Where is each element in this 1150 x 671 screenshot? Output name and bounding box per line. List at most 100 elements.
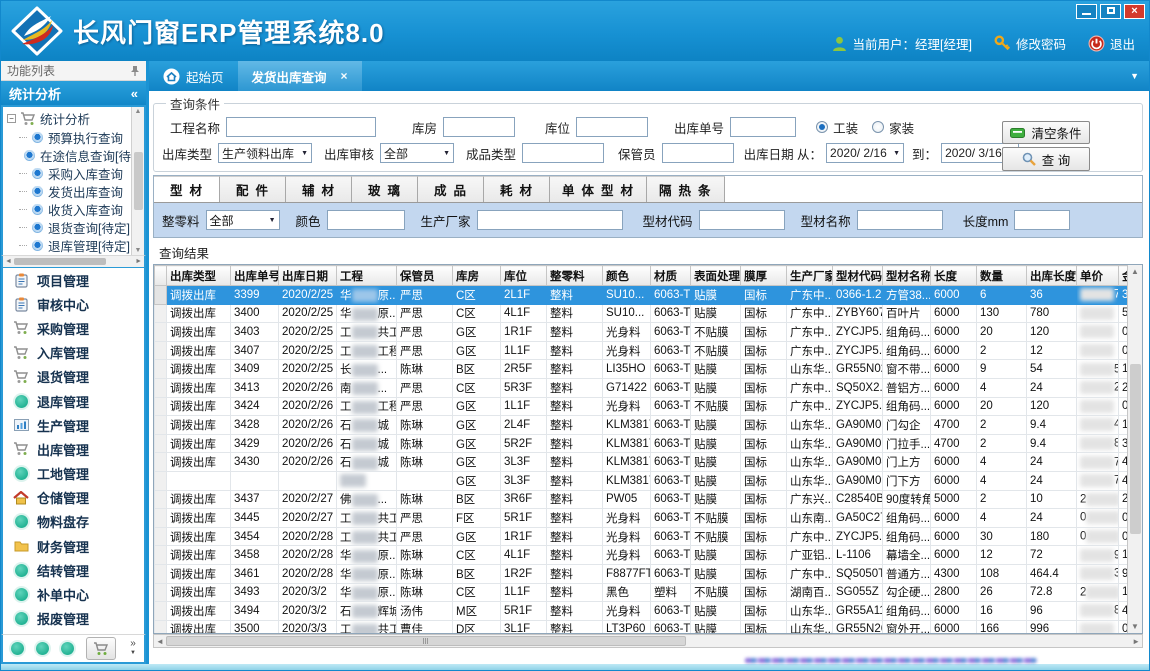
- table-cell[interactable]: 国标: [741, 620, 787, 634]
- material-tab[interactable]: 单体型材: [550, 176, 647, 202]
- table-cell[interactable]: 调拨出库: [167, 602, 231, 621]
- tree-vertical-scrollbar[interactable]: ▲ ▼: [131, 107, 144, 255]
- table-cell[interactable]: 广东中...: [787, 304, 833, 323]
- table-cell[interactable]: 2972: [1077, 378, 1119, 397]
- table-cell[interactable]: 不贴膜: [691, 509, 741, 528]
- table-cell[interactable]: ZYCJP5...: [833, 397, 883, 416]
- table-cell[interactable]: 贴膜: [691, 453, 741, 472]
- table-cell[interactable]: 整料: [547, 360, 603, 379]
- table-cell[interactable]: 调拨出库: [167, 323, 231, 342]
- row-gutter[interactable]: [155, 341, 167, 360]
- table-cell[interactable]: 9.4: [1027, 434, 1077, 453]
- change-password[interactable]: 修改密码: [994, 34, 1066, 53]
- table-cell[interactable]: 山东华...: [787, 360, 833, 379]
- table-cell[interactable]: 整料: [547, 453, 603, 472]
- table-cell[interactable]: M区: [453, 602, 501, 621]
- table-cell[interactable]: 3437: [231, 490, 279, 509]
- row-gutter[interactable]: [155, 453, 167, 472]
- row-gutter[interactable]: [155, 509, 167, 528]
- column-header[interactable]: 生产厂家: [787, 266, 833, 286]
- table-cell[interactable]: 6063-T5: [651, 397, 691, 416]
- table-cell[interactable]: 24: [1027, 378, 1077, 397]
- scroll-left-icon[interactable]: ◄: [5, 258, 12, 265]
- table-cell[interactable]: 306: [1077, 564, 1119, 583]
- cart-toolbar-button[interactable]: [86, 637, 116, 660]
- column-header[interactable]: 保管员: [397, 266, 453, 286]
- sidebar-menu-item[interactable]: 报废管理: [3, 607, 144, 631]
- minimize-button[interactable]: [1076, 4, 1097, 19]
- tree-horizontal-scrollbar[interactable]: ◄ ►: [1, 255, 146, 268]
- table-cell[interactable]: 6063-T5: [651, 378, 691, 397]
- scroll-up-icon[interactable]: ▲: [135, 108, 142, 115]
- table-cell[interactable]: 山东华...: [787, 416, 833, 435]
- table-cell[interactable]: 2020/3/2: [279, 583, 337, 602]
- table-cell[interactable]: 国标: [741, 323, 787, 342]
- table-cell[interactable]: 6063-T5: [651, 620, 691, 634]
- table-cell[interactable]: 20: [977, 323, 1027, 342]
- table-cell[interactable]: 国标: [741, 434, 787, 453]
- scroll-right-icon[interactable]: ►: [1132, 637, 1140, 646]
- radio-jiazhuang[interactable]: 家装: [872, 118, 914, 137]
- tree-item[interactable]: 收货入库查询: [7, 200, 130, 218]
- table-cell[interactable]: 4L1F: [501, 304, 547, 323]
- table-cell[interactable]: 严思: [397, 527, 453, 546]
- row-gutter[interactable]: [155, 620, 167, 634]
- table-cell[interactable]: 916: [1077, 546, 1119, 565]
- table-cell[interactable]: 5R3F: [501, 378, 547, 397]
- table-cell[interactable]: 整料: [547, 323, 603, 342]
- table-cell[interactable]: 整料: [547, 564, 603, 583]
- material-tab[interactable]: 配件: [220, 176, 286, 202]
- table-cell[interactable]: KLM3817: [603, 453, 651, 472]
- circle-icon[interactable]: [36, 642, 49, 655]
- table-cell[interactable]: [1077, 341, 1119, 360]
- table-cell[interactable]: 广东中...: [787, 527, 833, 546]
- table-cell[interactable]: 3L1F: [501, 620, 547, 634]
- table-cell[interactable]: 贴膜: [691, 490, 741, 509]
- table-cell[interactable]: 国标: [741, 416, 787, 435]
- table-cell[interactable]: 陈琳: [397, 434, 453, 453]
- table-cell[interactable]: 国标: [741, 602, 787, 621]
- column-header[interactable]: 长度: [931, 266, 977, 286]
- table-cell[interactable]: 5R2F: [501, 434, 547, 453]
- table-cell[interactable]: 6063-T5: [651, 434, 691, 453]
- table-cell[interactable]: 工共工程: [337, 527, 397, 546]
- keeper-input[interactable]: [662, 143, 734, 163]
- scrollbar-thumb[interactable]: [1130, 364, 1141, 534]
- table-cell[interactable]: 6063-T5: [651, 546, 691, 565]
- table-cell[interactable]: 广东中...: [787, 323, 833, 342]
- table-cell[interactable]: 山东华...: [787, 471, 833, 490]
- table-cell[interactable]: 75: [1077, 453, 1119, 472]
- table-cell[interactable]: 陈琳: [397, 490, 453, 509]
- table-cell[interactable]: 整料: [547, 620, 603, 634]
- table-cell[interactable]: ZYBY607: [833, 304, 883, 323]
- group-header-statistics[interactable]: 统计分析 «: [1, 81, 146, 105]
- table-cell[interactable]: 贴膜: [691, 602, 741, 621]
- table-cell[interactable]: 6063-T5: [651, 286, 691, 305]
- table-cell[interactable]: 整料: [547, 341, 603, 360]
- table-cell[interactable]: 2: [1077, 583, 1119, 602]
- table-cell[interactable]: 国标: [741, 341, 787, 360]
- date-from-select[interactable]: 2020/ 2/16▼: [826, 143, 904, 163]
- table-cell[interactable]: D区: [453, 620, 501, 634]
- table-cell[interactable]: ZYCJP5...: [833, 323, 883, 342]
- table-cell[interactable]: 4: [977, 509, 1027, 528]
- table-cell[interactable]: 调拨出库: [167, 416, 231, 435]
- table-cell[interactable]: 6000: [931, 397, 977, 416]
- table-cell[interactable]: 石城: [337, 416, 397, 435]
- table-cell[interactable]: 山东华...: [787, 434, 833, 453]
- table-cell[interactable]: 光身料: [603, 323, 651, 342]
- table-cell[interactable]: 3493: [231, 583, 279, 602]
- sidebar-menu-item[interactable]: 出库管理: [3, 437, 144, 461]
- table-row[interactable]: 调拨出库34282020/2/26石城陈琳G区2L4F整料KLM38176063…: [155, 416, 1141, 435]
- table-cell[interactable]: 2020/2/28: [279, 546, 337, 565]
- table-cell[interactable]: 2800: [931, 583, 977, 602]
- table-cell[interactable]: 468: [1077, 416, 1119, 435]
- table-cell[interactable]: 75: [1077, 471, 1119, 490]
- table-cell[interactable]: 勾企硬...: [883, 583, 931, 602]
- location-input[interactable]: [576, 117, 648, 137]
- table-cell[interactable]: 百叶片: [883, 304, 931, 323]
- table-cell[interactable]: 门拉手...: [883, 434, 931, 453]
- table-row[interactable]: 调拨出库33992020/2/25华原...严思C区2L1F整料SU10...6…: [155, 286, 1141, 305]
- table-row[interactable]: 调拨出库34132020/2/26南...严思C区5R3F整料G71422606…: [155, 378, 1141, 397]
- column-header[interactable]: 型材代码: [833, 266, 883, 286]
